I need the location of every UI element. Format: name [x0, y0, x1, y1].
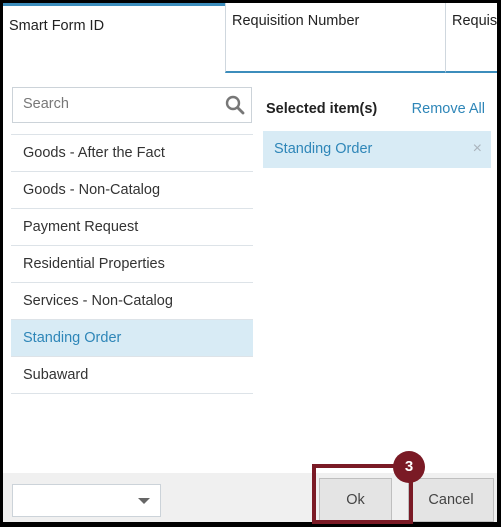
remove-all-link[interactable]: Remove All: [412, 101, 485, 117]
list-item-subaward[interactable]: Subaward: [11, 357, 253, 394]
list-item-services-non-catalog[interactable]: Services - Non-Catalog: [11, 283, 253, 320]
search-input[interactable]: [23, 96, 213, 112]
tab-strip: Smart Form ID Requisition Number Requisi: [3, 3, 497, 73]
tab-smart-form-id[interactable]: Smart Form ID: [3, 3, 225, 73]
smart-form-filter-dialog: Smart Form ID Requisition Number Requisi…: [3, 3, 497, 522]
chevron-down-icon: [138, 498, 150, 504]
list-item-payment-request[interactable]: Payment Request: [11, 209, 253, 246]
selected-items-panel: Selected item(s) Remove All Standing Ord…: [257, 73, 497, 473]
search-icon[interactable]: [225, 95, 245, 115]
tab-requisition-number[interactable]: Requisition Number: [225, 3, 445, 73]
selected-items-title: Selected item(s): [266, 101, 378, 117]
list-item-standing-order[interactable]: Standing Order: [11, 320, 253, 357]
search-box: [12, 87, 252, 123]
step-number-badge: 3: [393, 451, 425, 483]
cancel-button[interactable]: Cancel: [408, 478, 494, 522]
tab-label: Requisition Number: [232, 13, 360, 29]
options-panel: Goods - After the Fact Goods - Non-Catal…: [3, 73, 257, 473]
ok-button[interactable]: Ok: [319, 478, 392, 522]
selected-item-label: Standing Order: [274, 141, 373, 157]
options-list: Goods - After the Fact Goods - Non-Catal…: [11, 134, 253, 394]
list-item-residential-properties[interactable]: Residential Properties: [11, 246, 253, 283]
remove-item-icon[interactable]: ×: [473, 140, 482, 158]
list-item-goods-after-the-fact[interactable]: Goods - After the Fact: [11, 135, 253, 172]
tab-requisition-overflow[interactable]: Requisi: [445, 3, 497, 73]
selected-item-standing-order: Standing Order ×: [263, 131, 491, 168]
footer-bar: Ok Cancel: [3, 473, 497, 522]
tab-label: Requisi: [452, 13, 497, 29]
list-item-goods-non-catalog[interactable]: Goods - Non-Catalog: [11, 172, 253, 209]
tab-label: Smart Form ID: [9, 18, 105, 34]
footer-dropdown[interactable]: [12, 484, 161, 517]
